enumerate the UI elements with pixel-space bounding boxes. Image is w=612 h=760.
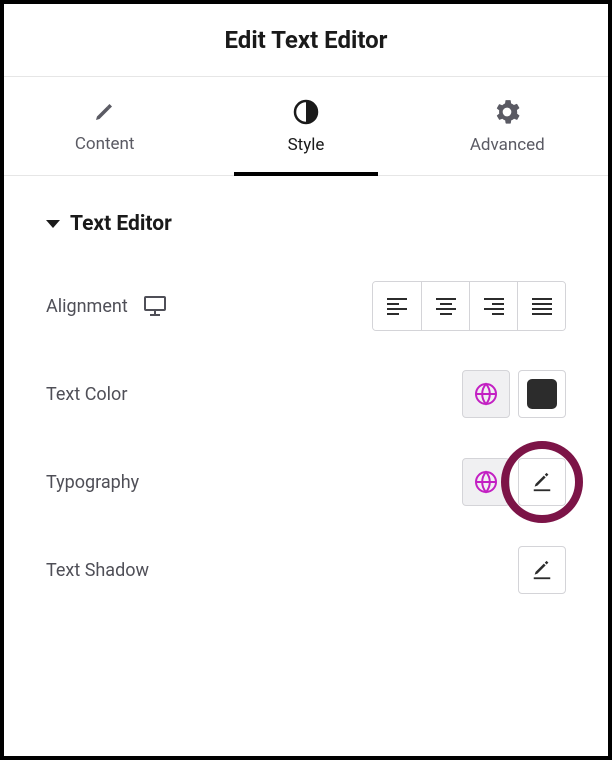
- text-color-label: Text Color: [46, 384, 127, 405]
- align-right-button[interactable]: [469, 282, 517, 330]
- row-text-color: Text Color: [46, 368, 566, 420]
- panel-title: Edit Text Editor: [4, 26, 608, 54]
- panel-header: Edit Text Editor: [4, 4, 608, 77]
- desktop-icon[interactable]: [144, 296, 166, 316]
- alignment-label: Alignment: [46, 296, 128, 317]
- color-swatch: [527, 379, 557, 409]
- tab-content[interactable]: Content: [4, 77, 205, 175]
- pencil-edit-icon: [531, 471, 553, 493]
- text-shadow-edit-button[interactable]: [518, 546, 566, 594]
- caret-down-icon: [46, 220, 60, 228]
- global-typography-button[interactable]: [462, 458, 510, 506]
- align-center-button[interactable]: [421, 282, 469, 330]
- align-justify-button[interactable]: [517, 282, 565, 330]
- row-typography: Typography: [46, 456, 566, 508]
- tabs: Content Style Advanced: [4, 77, 608, 176]
- tab-style[interactable]: Style: [205, 77, 406, 175]
- contrast-icon: [293, 99, 319, 125]
- pencil-edit-icon: [531, 559, 553, 581]
- section-title: Text Editor: [70, 212, 172, 236]
- color-picker-button[interactable]: [518, 370, 566, 418]
- gear-icon: [494, 99, 520, 125]
- tab-label: Content: [75, 134, 135, 154]
- tab-advanced[interactable]: Advanced: [407, 77, 608, 175]
- pencil-icon: [93, 100, 117, 124]
- alignment-buttons: [372, 281, 566, 331]
- typography-label: Typography: [46, 472, 139, 493]
- tab-label: Advanced: [470, 135, 545, 155]
- row-alignment: Alignment: [46, 280, 566, 332]
- global-color-button[interactable]: [462, 370, 510, 418]
- typography-edit-button[interactable]: [518, 458, 566, 506]
- text-shadow-label: Text Shadow: [46, 560, 149, 581]
- globe-icon: [474, 470, 498, 494]
- row-text-shadow: Text Shadow: [46, 544, 566, 596]
- tab-label: Style: [288, 135, 325, 155]
- align-left-button[interactable]: [373, 282, 421, 330]
- section-header[interactable]: Text Editor: [46, 212, 566, 236]
- globe-icon: [474, 382, 498, 406]
- section-text-editor: Text Editor Alignment: [4, 176, 608, 596]
